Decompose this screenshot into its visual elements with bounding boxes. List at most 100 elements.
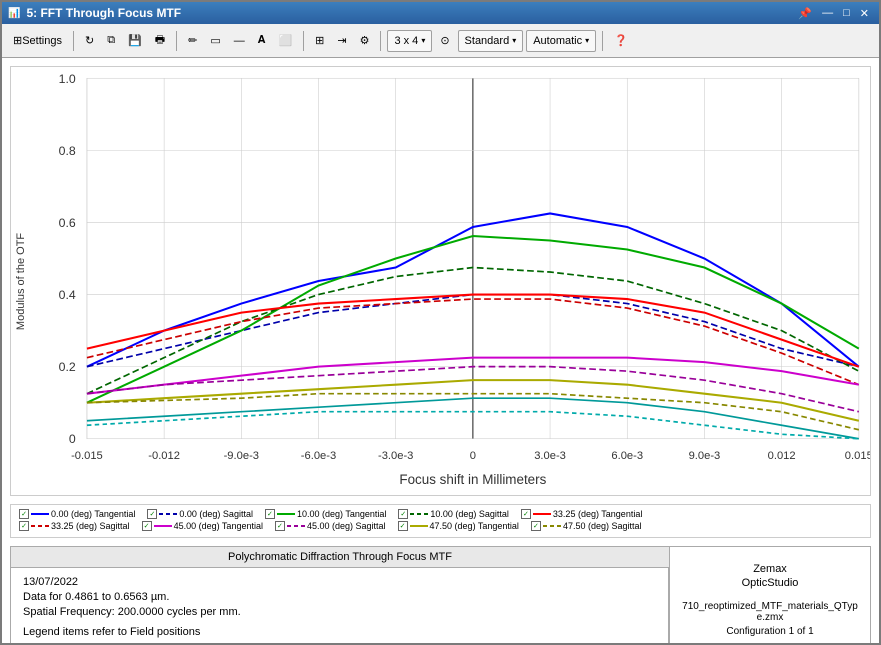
pencil-button[interactable]: ✏ (183, 29, 202, 53)
svg-text:3.0e-3: 3.0e-3 (534, 450, 566, 462)
svg-text:0.012: 0.012 (768, 450, 796, 462)
legend-label-475s: 47.50 (deg) Sagittal (563, 521, 642, 531)
line-icon: — (234, 35, 245, 47)
refresh-button[interactable]: ↻ (80, 29, 99, 53)
export-button[interactable]: ⇥ (332, 29, 351, 53)
legend-line-45s (287, 525, 305, 527)
automatic-label: Automatic (533, 35, 582, 47)
print-icon: 🖶 (155, 31, 165, 50)
legend-check-475s: ✓ (531, 521, 541, 531)
legend-item-475s: ✓ 47.50 (deg) Sagittal (531, 521, 642, 531)
info-filename: 710_reoptimized_MTF_materials_QType.zmx (682, 601, 858, 623)
help-button[interactable]: ❓ (609, 29, 633, 53)
copy-button[interactable]: ⧉ (102, 29, 120, 53)
legend-check-33s: ✓ (19, 521, 29, 531)
legend-item-33t: ✓ 33.25 (deg) Tangential (521, 509, 642, 519)
save-button[interactable]: 💾 (123, 29, 147, 53)
legend-item-10t: ✓ 10.00 (deg) Tangential (265, 509, 386, 519)
info-left: 13/07/2022 Data for 0.4861 to 0.6563 µm.… (11, 568, 669, 643)
grid-size-label: 3 x 4 (394, 35, 418, 47)
separator-5 (602, 31, 603, 51)
separator-4 (380, 31, 381, 51)
legend-label-10t: 10.00 (deg) Tangential (297, 509, 386, 519)
legend-label-10s: 10.00 (deg) Sagittal (430, 509, 509, 519)
legend-item-475t: ✓ 47.50 (deg) Tangential (398, 521, 519, 531)
standard-label: Standard (465, 35, 510, 47)
legend-check-10s: ✓ (398, 509, 408, 519)
minimize-button[interactable]: — (818, 6, 837, 21)
standard-arrow: ▾ (512, 36, 516, 45)
separator-2 (176, 31, 177, 51)
legend-check-0t: ✓ (19, 509, 29, 519)
standard-dropdown[interactable]: Standard ▾ (458, 30, 524, 52)
automatic-arrow: ▾ (585, 36, 589, 45)
separator-1 (73, 31, 74, 51)
info-right: Zemax OpticStudio 710_reoptimized_MTF_ma… (670, 547, 870, 643)
text-icon: 𝐀 (258, 34, 266, 47)
grid-size-dropdown[interactable]: 3 x 4 ▾ (387, 30, 432, 52)
svg-text:0.2: 0.2 (59, 360, 76, 374)
info-software: OpticStudio (682, 577, 858, 589)
export-icon: ⇥ (337, 34, 346, 47)
legend-item-0s: ✓ 0.00 (deg) Sagittal (147, 509, 253, 519)
rect-button[interactable]: ▭ (205, 29, 225, 53)
legend-check-10t: ✓ (265, 509, 275, 519)
svg-text:Focus shift in Millimeters: Focus shift in Millimeters (399, 472, 546, 487)
main-window: 📊 5: FFT Through Focus MTF 📌 — □ ✕ ⊞ Set… (0, 0, 881, 645)
settings-icon: ⊞ (13, 34, 22, 47)
legend-line-10t (277, 513, 295, 515)
legend-item-33s: ✓ 33.25 (deg) Sagittal (19, 521, 130, 531)
cycle-button[interactable]: ⊙ (435, 29, 454, 53)
refresh-icon: ↻ (85, 34, 94, 47)
legend-label-33t: 33.25 (deg) Tangential (553, 509, 642, 519)
chart-svg: 1.0 0.8 0.6 0.4 0.2 0 -0.015 -0.012 -9.0… (31, 67, 870, 495)
content-area: Modulus of the OTF (2, 58, 879, 643)
toolbar: ⊞ Settings ↻ ⧉ 💾 🖶 ✏ ▭ — 𝐀 ⬜ ⊞ ⇥ ⚙ 3 x 4… (2, 24, 879, 58)
svg-text:0.6: 0.6 (59, 216, 76, 230)
legend-label-45t: 45.00 (deg) Tangential (174, 521, 263, 531)
legend-check-475t: ✓ (398, 521, 408, 531)
analyze-button[interactable]: ⚙ (355, 29, 375, 53)
svg-text:-0.015: -0.015 (71, 450, 103, 462)
restore-button[interactable]: □ (839, 6, 854, 21)
window-icon: 📊 (8, 8, 20, 19)
legend-line-10s (410, 513, 428, 515)
info-panel-main: Polychromatic Diffraction Through Focus … (11, 547, 670, 643)
settings-label: Settings (22, 35, 62, 47)
legend-check-33t: ✓ (521, 509, 531, 519)
grid-toggle-button[interactable]: ⊞ (310, 29, 329, 53)
title-bar: 📊 5: FFT Through Focus MTF 📌 — □ ✕ (2, 2, 879, 24)
svg-text:0: 0 (69, 432, 76, 446)
legend-label-0s: 0.00 (deg) Sagittal (179, 509, 253, 519)
legend-label-0t: 0.00 (deg) Tangential (51, 509, 135, 519)
settings-button[interactable]: ⊞ Settings (8, 29, 67, 53)
close-button[interactable]: ✕ (856, 6, 873, 21)
legend-area: ✓ 0.00 (deg) Tangential ✓ 0.00 (deg) Sag… (10, 504, 871, 538)
legend-check-45s: ✓ (275, 521, 285, 531)
text-button[interactable]: 𝐀 (253, 29, 271, 53)
automatic-dropdown[interactable]: Automatic ▾ (526, 30, 596, 52)
legend-item-0t: ✓ 0.00 (deg) Tangential (19, 509, 135, 519)
svg-text:0.015: 0.015 (845, 450, 870, 462)
title-bar-left: 📊 5: FFT Through Focus MTF (8, 6, 181, 20)
grid-size-arrow: ▾ (421, 36, 425, 45)
legend-row-1: ✓ 0.00 (deg) Tangential ✓ 0.00 (deg) Sag… (19, 509, 862, 519)
info-title: Polychromatic Diffraction Through Focus … (11, 547, 669, 568)
legend-item-45s: ✓ 45.00 (deg) Sagittal (275, 521, 386, 531)
chart-area: Modulus of the OTF (2, 58, 879, 500)
clear-button[interactable]: ⬜ (273, 29, 297, 53)
legend-label-33s: 33.25 (deg) Sagittal (51, 521, 130, 531)
line-button[interactable]: — (229, 29, 250, 53)
title-bar-pin[interactable]: 📌 (794, 6, 816, 21)
title-bar-controls[interactable]: 📌 — □ ✕ (794, 6, 873, 21)
svg-text:0.4: 0.4 (59, 288, 76, 302)
rect-icon: ▭ (210, 34, 220, 47)
info-spatial-freq: Spatial Frequency: 200.0000 cycles per m… (23, 606, 656, 618)
print-button[interactable]: 🖶 (150, 29, 170, 53)
chart-svg-area: 1.0 0.8 0.6 0.4 0.2 0 -0.015 -0.012 -9.0… (31, 67, 870, 495)
svg-text:-0.012: -0.012 (148, 450, 180, 462)
legend-line-475t (410, 525, 428, 527)
info-panel: Polychromatic Diffraction Through Focus … (10, 546, 871, 643)
info-date: 13/07/2022 (23, 576, 656, 588)
svg-text:1.0: 1.0 (59, 72, 76, 86)
